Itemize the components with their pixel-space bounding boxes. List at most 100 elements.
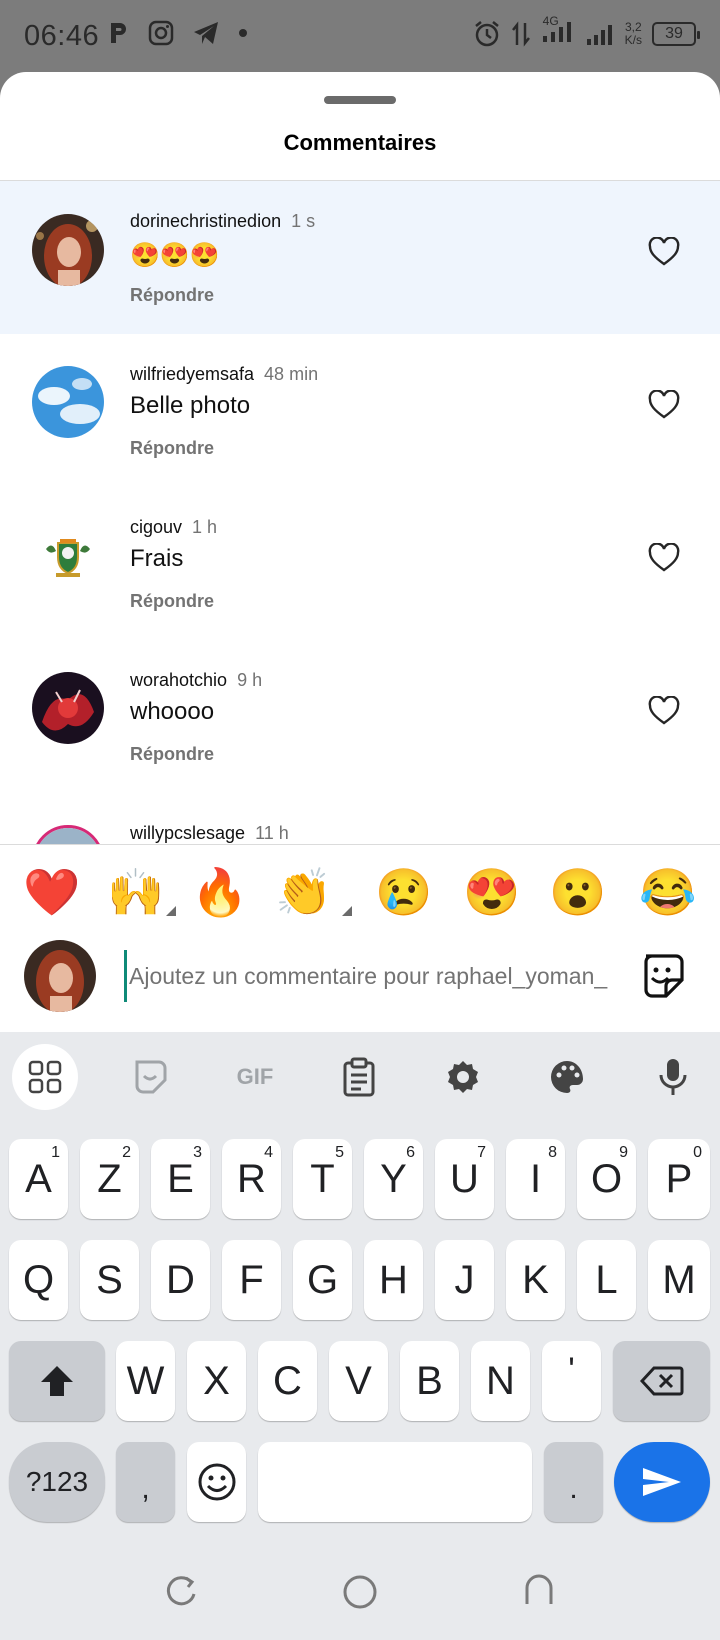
reaction-laughing[interactable]: 😂 [636, 862, 700, 922]
period-key[interactable]: . [544, 1442, 603, 1522]
comment-item: wilfriedyemsafa 48 min Belle photo Répond… [0, 334, 720, 487]
sticker-icon[interactable] [118, 1044, 184, 1110]
recents-icon[interactable] [164, 1574, 198, 1608]
comment-time: 1 h [192, 517, 218, 537]
avatar[interactable] [32, 519, 104, 591]
key-m[interactable]: M [648, 1240, 710, 1320]
key-r[interactable]: R4 [222, 1139, 281, 1219]
key-o[interactable]: O9 [577, 1139, 636, 1219]
settings-gear-icon[interactable] [430, 1044, 496, 1110]
key-d[interactable]: D [151, 1240, 210, 1320]
key-k[interactable]: K [506, 1240, 565, 1320]
comment-text: Belle photo [130, 392, 251, 419]
signal-4g: 4G [541, 14, 575, 49]
comment-author[interactable]: dorinechristinedion 1 s [130, 211, 315, 232]
reaction-crying[interactable]: 😢 [372, 862, 436, 922]
comment-text: whoooo [130, 698, 215, 725]
reaction-clap[interactable]: 👏 [272, 862, 336, 922]
comma-key[interactable]: , [116, 1442, 175, 1522]
reply-button[interactable]: Répondre [130, 744, 214, 765]
comment-time: 11 h [255, 823, 289, 843]
avatar[interactable] [32, 672, 104, 744]
send-arrow-icon [643, 1468, 681, 1496]
key-h[interactable]: H [364, 1240, 423, 1320]
status-bar: 06:46 4G 3,2 K/s 39 [0, 0, 720, 72]
parking-app-icon [111, 23, 126, 43]
key-x[interactable]: X [187, 1341, 246, 1421]
key-c[interactable]: C [258, 1341, 317, 1421]
key-u[interactable]: U7 [435, 1139, 494, 1219]
avatar[interactable] [32, 825, 104, 844]
emoji-key[interactable] [187, 1442, 246, 1522]
avatar[interactable] [32, 366, 104, 438]
key-z[interactable]: Z2 [80, 1139, 139, 1219]
key-v[interactable]: V [329, 1341, 388, 1421]
alarm-icon [474, 20, 499, 46]
key-t[interactable]: T5 [293, 1139, 352, 1219]
like-heart-icon[interactable] [648, 390, 680, 420]
send-key[interactable] [614, 1442, 710, 1522]
space-bar[interactable] [258, 1442, 532, 1522]
network-speed: 3,2 K/s [624, 19, 642, 47]
reaction-surprised[interactable]: 😮 [546, 862, 610, 922]
key-b[interactable]: B [400, 1341, 459, 1421]
sticker-icon[interactable] [638, 950, 688, 1000]
backspace-key[interactable] [613, 1341, 710, 1421]
key-p[interactable]: P0 [648, 1139, 710, 1219]
data-transfer-icon [511, 20, 530, 47]
status-time: 06:46 [24, 20, 100, 52]
comment-input[interactable] [124, 950, 614, 1002]
key-i[interactable]: I8 [506, 1139, 565, 1219]
key-l[interactable]: L [577, 1240, 636, 1320]
comments-list[interactable]: dorinechristinedion 1 s 😍😍😍 Répondre wilf… [0, 181, 720, 844]
home-icon[interactable] [342, 1574, 378, 1610]
shift-key[interactable] [9, 1341, 105, 1421]
key-apostrophe[interactable]: ' [542, 1341, 601, 1421]
reaction-fire[interactable]: 🔥 [188, 862, 252, 922]
reaction-heart[interactable]: ❤️ [20, 862, 84, 922]
shift-arrow-icon [41, 1366, 73, 1396]
key-s[interactable]: S [80, 1240, 139, 1320]
comment-time: 1 s [291, 211, 316, 231]
key-g[interactable]: G [293, 1240, 352, 1320]
comment-author[interactable]: wilfriedyemsafa 48 min [130, 364, 318, 385]
like-heart-icon[interactable] [648, 696, 680, 726]
apps-grid-icon[interactable] [12, 1044, 78, 1110]
key-n[interactable]: N [471, 1341, 530, 1421]
reaction-heart-eyes[interactable]: 😍 [460, 862, 524, 922]
like-heart-icon[interactable] [648, 543, 680, 573]
reply-button[interactable]: Répondre [130, 438, 214, 459]
reply-button[interactable]: Répondre [130, 591, 214, 612]
key-a[interactable]: A1 [9, 1139, 68, 1219]
comment-author[interactable]: worahotchio 9 h [130, 670, 262, 691]
smiley-icon [198, 1463, 235, 1501]
key-e[interactable]: E3 [151, 1139, 210, 1219]
comment-time: 9 h [237, 670, 263, 690]
back-icon[interactable] [522, 1574, 556, 1608]
avatar[interactable] [32, 214, 104, 286]
comment-author[interactable]: cigouv 1 h [130, 517, 217, 538]
comment-author[interactable]: willypcslesage 11 h [130, 823, 289, 844]
key-q[interactable]: Q [9, 1240, 68, 1320]
theme-palette-icon[interactable] [534, 1044, 600, 1110]
reply-button[interactable]: Répondre [130, 285, 214, 306]
drag-handle[interactable] [324, 96, 396, 104]
notification-icons [108, 20, 248, 46]
key-j[interactable]: J [435, 1240, 494, 1320]
gif-button[interactable]: GIF [222, 1044, 288, 1110]
comment-item: dorinechristinedion 1 s 😍😍😍 Répondre [0, 181, 720, 334]
clipboard-icon[interactable] [326, 1044, 392, 1110]
battery-icon: 39 [652, 21, 700, 46]
network-type: 4G [542, 14, 559, 28]
symbols-key[interactable]: ?123 [9, 1442, 105, 1522]
like-heart-icon[interactable] [648, 237, 680, 267]
key-y[interactable]: Y6 [364, 1139, 423, 1219]
skin-tone-indicator [166, 906, 176, 916]
comments-sheet: Commentaires dorinechristinedion 1 s 😍😍😍 … [0, 72, 720, 1032]
reaction-raised-hands[interactable]: 🙌 [104, 862, 168, 922]
comment-item: worahotchio 9 h whoooo Répondre [0, 640, 720, 793]
key-w[interactable]: W [116, 1341, 175, 1421]
key-f[interactable]: F [222, 1240, 281, 1320]
divider [0, 844, 720, 845]
microphone-icon[interactable] [640, 1044, 706, 1110]
